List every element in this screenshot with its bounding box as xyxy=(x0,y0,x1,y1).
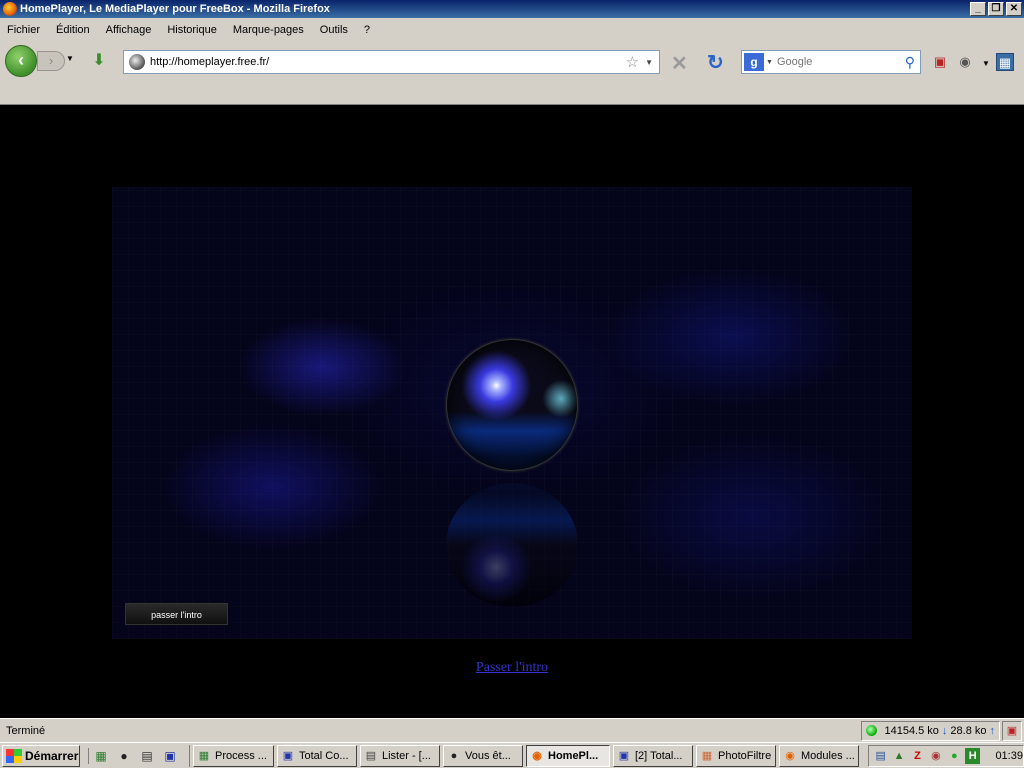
tray-app-icon[interactable]: ▲ xyxy=(891,748,906,764)
floppy-icon: ▣ xyxy=(282,749,294,762)
firefox-icon: ◉ xyxy=(785,749,795,762)
task-label: PhotoFiltre xyxy=(718,749,772,762)
quicklaunch-chip-icon[interactable]: ▦ xyxy=(93,748,109,764)
intro-animation: passer l'intro xyxy=(112,187,912,639)
taskbar: Démarrer ▦ ● ▤ ▣ ▦ Process ... ▣ Total Co.… xyxy=(0,742,1024,768)
upload-arrow-icon: ↑ xyxy=(989,724,996,737)
task-list: ▦ Process ... ▣ Total Co... ▤ Lister - [...… xyxy=(189,744,862,767)
search-input[interactable] xyxy=(776,56,905,68)
page-content: passer l'intro Passer l'intro xyxy=(0,105,1024,718)
address-bar[interactable]: http://homeplayer.free.fr/ ☆ ▼ xyxy=(123,50,660,74)
firefox-icon: ◉ xyxy=(532,749,542,762)
task-label: Total Co... xyxy=(299,749,349,762)
url-text[interactable]: http://homeplayer.free.fr/ xyxy=(150,56,626,68)
bookmarks-bar xyxy=(0,80,1024,105)
popup-blocker-icon[interactable]: ▣ xyxy=(931,53,949,71)
tray-green-icon[interactable]: ● xyxy=(947,748,962,764)
url-dropdown-icon[interactable]: ▼ xyxy=(645,58,653,67)
task-photofiltre[interactable]: ▦ PhotoFiltre xyxy=(696,744,776,767)
reload-button[interactable]: ↻ xyxy=(707,50,724,75)
menu-help[interactable]: ? xyxy=(364,24,370,36)
quicklaunch-ball-icon[interactable]: ● xyxy=(116,748,132,764)
stop-button[interactable]: ✕ xyxy=(671,51,688,76)
title-bar: HomePlayer, Le MediaPlayer pour FreeBox … xyxy=(0,0,1024,18)
start-label: Démarrer xyxy=(25,748,79,763)
menu-bar: Fichier Édition Affichage Historique Mar… xyxy=(0,18,1024,42)
floppy-icon: ▣ xyxy=(618,749,630,762)
task-label: Vous êt... xyxy=(465,749,511,762)
quick-launch: ▦ ● ▤ ▣ xyxy=(88,747,185,764)
lister-icon: ▤ xyxy=(365,749,377,762)
task-label: Lister - [... xyxy=(382,749,431,762)
minimize-button[interactable]: _ xyxy=(970,2,986,16)
task-label: [2] Total... xyxy=(635,749,683,762)
engine-dropdown-icon[interactable]: ▼ xyxy=(766,59,773,66)
skip-intro-button[interactable]: passer l'intro xyxy=(125,603,228,625)
tray-h-icon[interactable]: H xyxy=(965,748,981,764)
clock: 01:39 xyxy=(995,750,1023,762)
network-icon[interactable]: ▤ xyxy=(873,748,888,764)
download-amount: 14154.5 ko xyxy=(884,724,939,737)
download-icon[interactable]: ⬇ xyxy=(89,52,109,72)
google-engine-icon[interactable]: g xyxy=(744,53,764,71)
task-total-commander[interactable]: ▣ Total Co... xyxy=(277,744,357,767)
status-text: Terminé xyxy=(6,724,46,737)
menu-outils[interactable]: Outils xyxy=(320,24,348,36)
ball-icon: ● xyxy=(450,749,458,762)
task-homeplayer[interactable]: ◉ HomePl... xyxy=(526,744,610,767)
menu-edition[interactable]: Édition xyxy=(56,24,90,36)
zonealarm-icon[interactable]: Z xyxy=(910,748,925,764)
history-dropdown-icon[interactable]: ▼ xyxy=(66,54,74,63)
upload-amount: 28.8 ko xyxy=(950,724,987,737)
task-modules[interactable]: ◉ Modules ... xyxy=(779,744,859,767)
task-vous-etes[interactable]: ● Vous êt... xyxy=(443,744,523,767)
quicklaunch-film-icon[interactable]: ▤ xyxy=(139,748,155,764)
quicklaunch-disk-icon[interactable]: ▣ xyxy=(162,748,178,764)
image-icon[interactable]: ▦ xyxy=(996,53,1014,71)
restore-button[interactable]: ❐ xyxy=(988,2,1004,16)
firefox-icon xyxy=(3,2,17,16)
menu-marque-pages[interactable]: Marque-pages xyxy=(233,24,304,36)
task-label: Process ... xyxy=(215,749,267,762)
site-icon xyxy=(129,54,145,70)
task-label: Modules ... xyxy=(801,749,855,762)
menu-historique[interactable]: Historique xyxy=(167,24,217,36)
task-lister[interactable]: ▤ Lister - [... xyxy=(360,744,440,767)
task-process[interactable]: ▦ Process ... xyxy=(193,744,274,767)
extension-icon[interactable]: ◉ xyxy=(956,53,974,71)
task-label: HomePl... xyxy=(548,749,599,762)
status-dot-icon xyxy=(866,725,878,736)
windows-logo-icon xyxy=(6,748,22,763)
search-icon[interactable]: ⚲ xyxy=(905,54,915,71)
forward-button[interactable]: › xyxy=(37,51,65,71)
sphere-logo xyxy=(446,339,578,471)
photofiltre-icon: ▦ xyxy=(701,749,713,762)
system-tray: ▤ ▲ Z ◉ ● H 01:39 xyxy=(868,745,1024,767)
search-box: g ▼ ⚲ xyxy=(741,50,921,74)
bookmark-star-icon[interactable]: ☆ xyxy=(626,53,639,71)
back-button[interactable]: ‹ xyxy=(5,45,37,77)
download-arrow-icon: ↓ xyxy=(941,724,948,737)
navigation-toolbar: ‹ › ▼ ⬇ http://homeplayer.free.fr/ ☆ ▼ ✕… xyxy=(0,42,1024,80)
skip-intro-link[interactable]: Passer l'intro xyxy=(0,660,1024,676)
extension-dropdown-icon[interactable]: ▼ xyxy=(977,55,995,73)
tray-util-icon[interactable]: ◉ xyxy=(928,748,943,764)
status-bar: Terminé 14154.5 ko ↓ 28.8 ko ↑ ▣ xyxy=(0,718,1024,742)
menu-fichier[interactable]: Fichier xyxy=(7,24,40,36)
menu-affichage[interactable]: Affichage xyxy=(106,24,152,36)
process-icon: ▦ xyxy=(198,749,210,762)
window-title: HomePlayer, Le MediaPlayer pour FreeBox … xyxy=(20,3,330,15)
close-button[interactable]: ✕ xyxy=(1006,2,1022,16)
blocked-icon-pane[interactable]: ▣ xyxy=(1002,720,1022,741)
traffic-pane: 14154.5 ko ↓ 28.8 ko ↑ xyxy=(861,720,1000,741)
start-button[interactable]: Démarrer xyxy=(2,744,80,767)
sphere-reflection xyxy=(446,483,578,607)
task-total-2[interactable]: ▣ [2] Total... xyxy=(613,744,693,767)
